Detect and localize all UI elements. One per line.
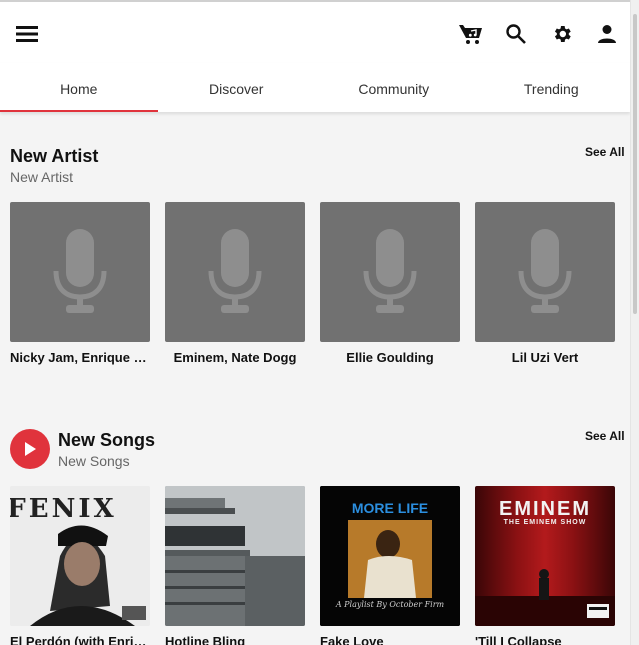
artist-placeholder-image [320, 202, 460, 342]
album-art-text: MORE LIFE [351, 500, 429, 516]
artist-card[interactable]: Eminem, Nate Dogg [165, 202, 305, 365]
artist-name: Lil Uzi Vert [511, 350, 579, 365]
album-art: FENIX [10, 486, 150, 626]
artist-placeholder-image [475, 202, 615, 342]
menu-icon[interactable] [13, 20, 41, 48]
song-name: 'Till I Collapse [475, 634, 562, 645]
scrollbar-thumb[interactable] [633, 14, 637, 314]
new-artist-subtitle: New Artist [10, 169, 74, 185]
tab-discover[interactable]: Discover [158, 63, 316, 112]
settings-icon[interactable] [548, 20, 576, 48]
tab-trending[interactable]: Trending [473, 63, 631, 112]
artist-placeholder-image [165, 202, 305, 342]
new-artist-title: New Artist [10, 146, 99, 166]
artist-name: Eminem, Nate Dogg [173, 350, 297, 365]
artist-card[interactable]: Lil Uzi Vert [475, 202, 615, 365]
song-card[interactable]: FENIX El Perdón (with Enrique Iglesias) [10, 486, 150, 645]
artist-name: Nicky Jam, Enrique Iglesias [10, 350, 150, 365]
artist-card[interactable]: Nicky Jam, Enrique Iglesias [10, 202, 150, 365]
song-name: Hotline Bling [165, 634, 246, 645]
artist-card[interactable]: Ellie Goulding [320, 202, 460, 365]
song-name: El Perdón (with Enrique Iglesias) [10, 634, 150, 645]
nav-tabs: Home Discover Community Trending [0, 63, 630, 112]
microphone-icon [208, 229, 262, 313]
tab-community[interactable]: Community [315, 63, 473, 112]
account-icon[interactable] [593, 20, 621, 48]
album-art-subtext: THE EMINEM SHOW [503, 519, 587, 526]
music-cart-icon[interactable] [457, 20, 485, 48]
new-songs-title: New Songs [58, 430, 156, 450]
play-all-button[interactable] [10, 429, 50, 469]
microphone-icon [363, 229, 417, 313]
new-songs-subtitle: New Songs [58, 453, 130, 469]
app-header [0, 0, 630, 63]
song-name: Fake Love [320, 634, 384, 645]
song-card[interactable]: Hotline Bling [165, 486, 305, 645]
artist-name: Ellie Goulding [346, 350, 434, 365]
album-art: MORE LIFE A Playlist By October Firm [320, 486, 460, 626]
new-songs-see-all[interactable]: See All [585, 429, 625, 443]
album-art-text: FENIX [10, 494, 117, 524]
microphone-icon [53, 229, 107, 313]
song-card[interactable]: MORE LIFE A Playlist By October Firm Fak… [320, 486, 460, 645]
song-card[interactable]: EMINEM THE EMINEM SHOW 'Till I Collapse [475, 486, 615, 645]
album-art-text: EMINEM [499, 498, 591, 520]
new-artist-see-all[interactable]: See All [585, 145, 625, 159]
microphone-icon [518, 229, 572, 313]
scrollbar[interactable] [630, 0, 639, 645]
album-art [165, 486, 305, 626]
play-icon [25, 442, 36, 456]
search-icon[interactable] [502, 20, 530, 48]
artist-placeholder-image [10, 202, 150, 342]
tab-home[interactable]: Home [0, 63, 158, 112]
album-art-subtext: A Playlist By October Firm [335, 600, 445, 609]
album-art: EMINEM THE EMINEM SHOW [475, 486, 615, 626]
